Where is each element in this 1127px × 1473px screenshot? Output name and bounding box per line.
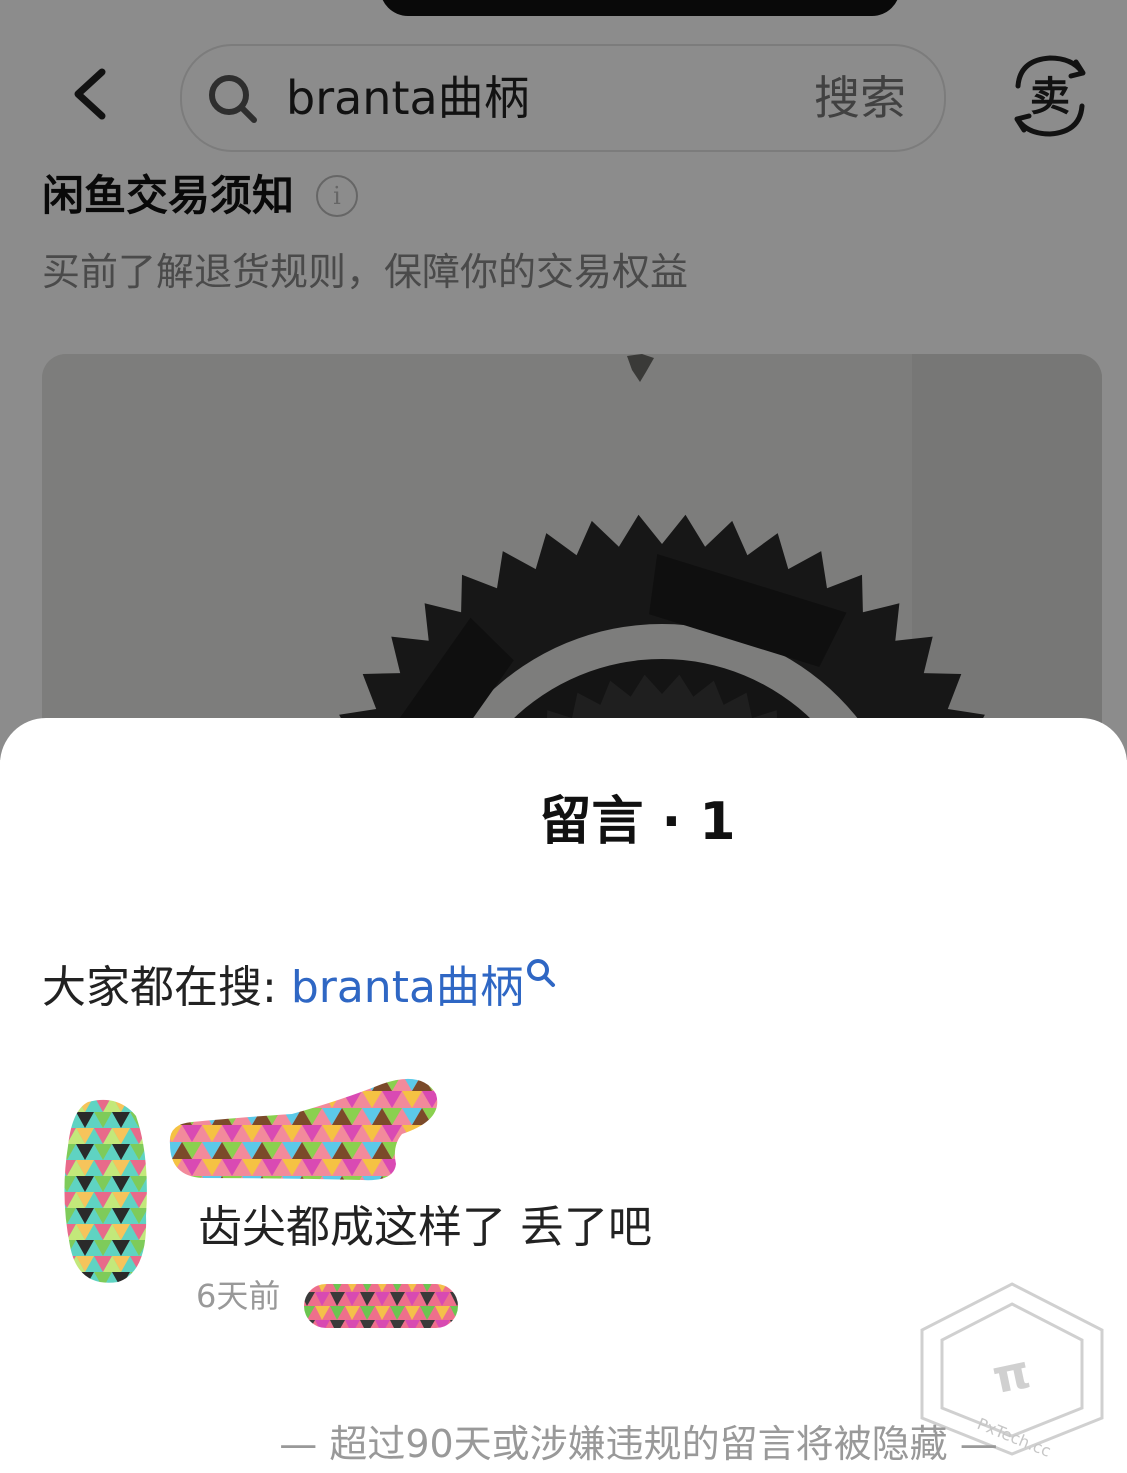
trending-search: 大家都在搜: branta曲柄 (42, 958, 558, 1018)
trending-term-link[interactable]: branta曲柄 (291, 962, 524, 1013)
comment-time: 6天前 (196, 1277, 281, 1315)
svg-text:π: π (988, 1344, 1035, 1404)
comments-sheet: 留言 · 1 大家都在搜: branta曲柄 齿尖都成这样了 丢了吧 6天前 π… (0, 718, 1127, 1473)
hidden-comments-note: — 超过90天或涉嫌违规的留言将被隐藏 — (279, 1422, 998, 1466)
product-page-background: branta曲柄 搜索 卖 闲鱼交易须知 i 买前了解退货规则，保障你的交易权益 (0, 0, 1127, 774)
location-redaction (304, 1284, 458, 1328)
trending-label: 大家都在搜: (42, 962, 277, 1013)
search-icon[interactable] (524, 956, 558, 990)
sheet-title: 留言 · 1 (539, 792, 736, 852)
dim-overlay[interactable] (0, 0, 1127, 760)
comment-text: 齿尖都成这样了 丢了吧 (198, 1202, 652, 1253)
username[interactable] (162, 1074, 442, 1184)
avatar[interactable] (58, 1096, 158, 1286)
